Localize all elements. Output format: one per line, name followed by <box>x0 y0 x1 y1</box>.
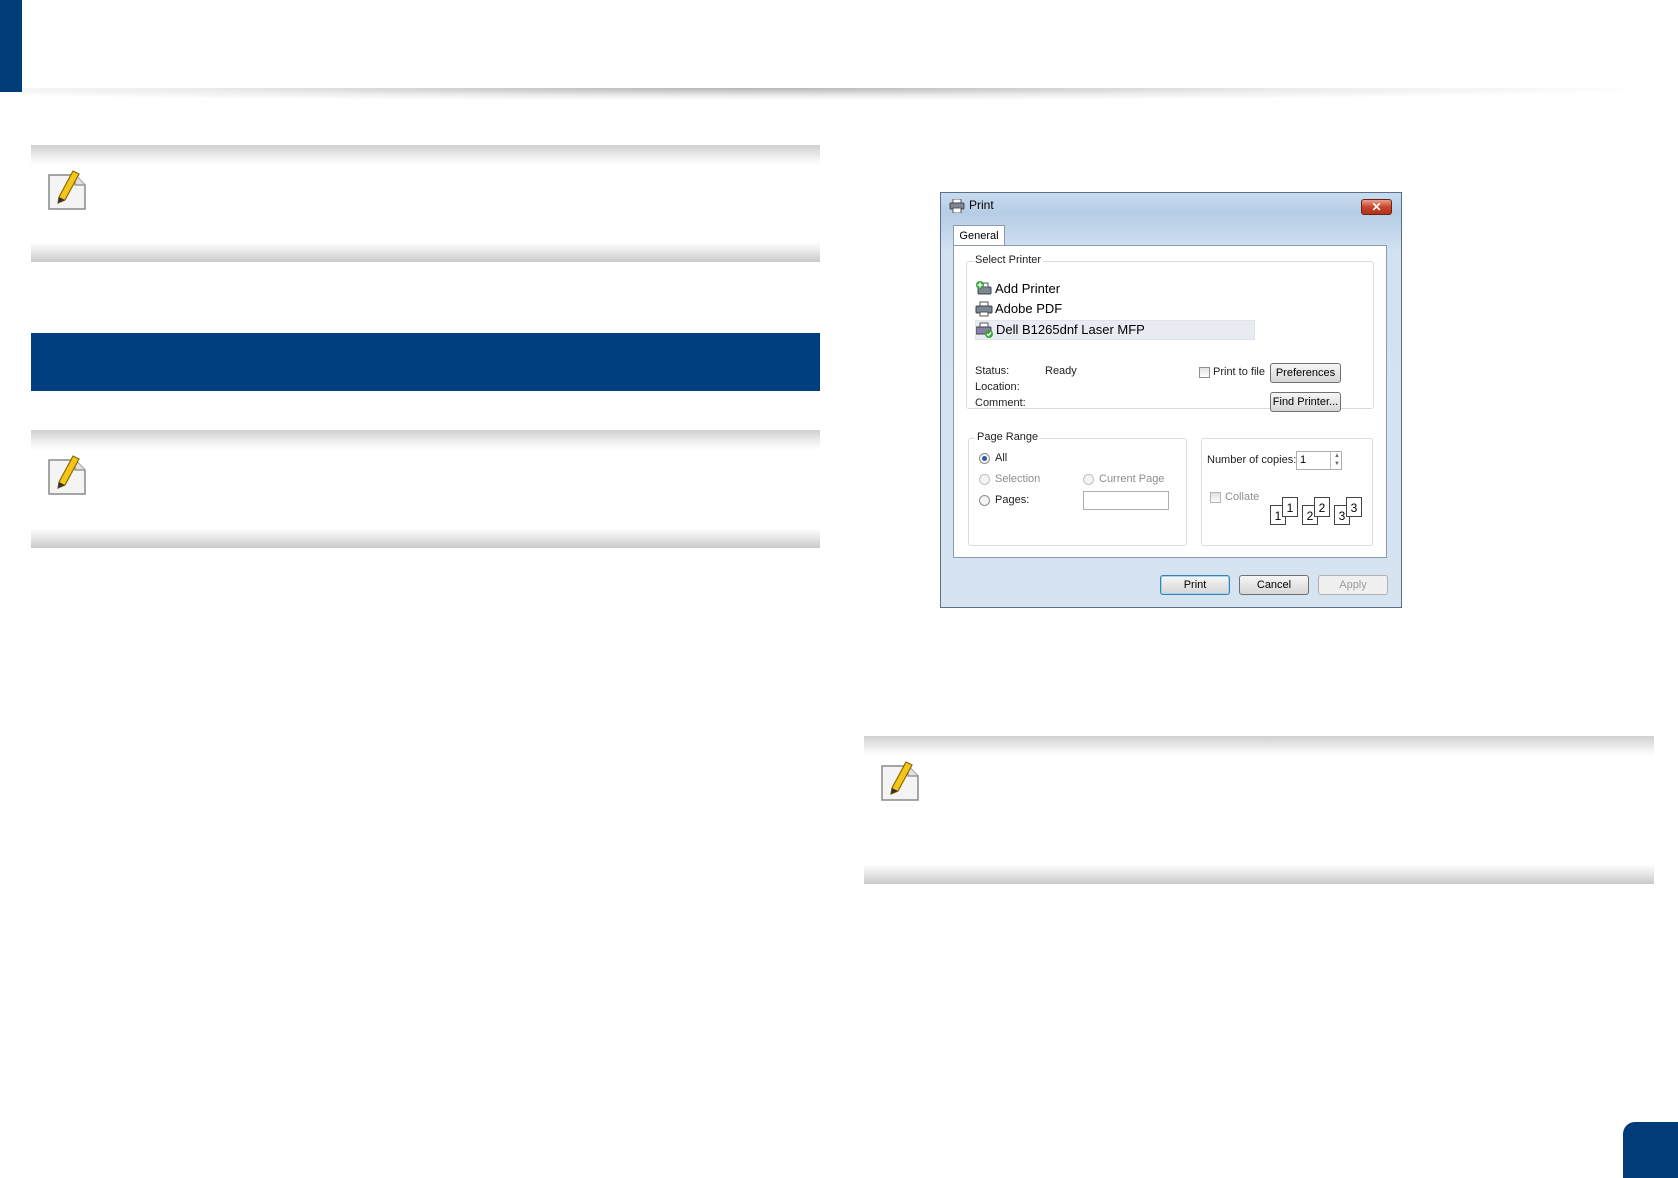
apply-button[interactable]: Apply <box>1318 575 1388 595</box>
select-printer-label: Select Printer <box>973 254 1044 266</box>
collate-page: 3 <box>1346 497 1362 517</box>
status-value: Ready <box>1045 365 1077 377</box>
number-of-copies-label: Number of copies: <box>1207 454 1297 466</box>
tab-general[interactable]: General <box>953 225 1005 246</box>
spin-down-icon: ▼ <box>1334 461 1340 467</box>
copies-group: Number of copies: 1 ▲ ▼ Collate 1 1 2 2 3… <box>1201 438 1373 546</box>
dialog-body: Select Printer Add Printer Adobe PDF Del… <box>953 245 1387 558</box>
preferences-button[interactable]: Preferences <box>1270 363 1341 383</box>
cancel-button[interactable]: Cancel <box>1239 575 1309 595</box>
printer-item-dell-b1265dnf[interactable]: Dell B1265dnf Laser MFP <box>975 320 1255 340</box>
note-pencil-icon <box>48 170 86 210</box>
printer-icon <box>975 301 993 317</box>
collate-page: 2 <box>1314 497 1330 517</box>
selection-label: Selection <box>995 473 1041 485</box>
default-printer-icon <box>976 322 993 338</box>
collate-label: Collate <box>1225 491 1260 503</box>
header-accent-bar <box>0 0 22 92</box>
page-range-group: Page Range All Selection Current Page Pa… <box>968 431 1187 546</box>
note-box-1 <box>31 145 820 262</box>
collate-illustration: 1 1 2 2 3 3 <box>1270 497 1370 527</box>
comment-label: Comment: <box>975 397 1026 409</box>
printer-name: Add Printer <box>995 281 1061 296</box>
print-to-file-checkbox[interactable] <box>1199 367 1210 378</box>
print-dialog: Print ✕ General Select Printer Add Print… <box>940 192 1402 608</box>
add-printer-icon <box>976 281 992 295</box>
note-pencil-icon <box>48 455 86 495</box>
all-label: All <box>995 452 1008 464</box>
printer-name: Adobe PDF <box>995 301 1063 316</box>
note-box-2 <box>31 430 820 548</box>
note-pencil-icon <box>881 761 919 801</box>
section-heading-bar <box>31 333 820 391</box>
select-printer-group: Select Printer Add Printer Adobe PDF Del… <box>966 254 1374 412</box>
printer-item-adobe-pdf[interactable]: Adobe PDF <box>975 300 1235 318</box>
current-page-radio[interactable] <box>1083 474 1094 485</box>
location-label: Location: <box>975 381 1020 393</box>
page-number-badge <box>1623 1122 1678 1178</box>
print-button[interactable]: Print <box>1160 575 1230 595</box>
collate-checkbox[interactable] <box>1210 492 1221 503</box>
printer-name: Dell B1265dnf Laser MFP <box>996 322 1145 337</box>
selection-radio[interactable] <box>979 474 990 485</box>
page-range-label: Page Range <box>975 431 1041 443</box>
printer-item-add-printer[interactable]: Add Printer <box>975 280 1235 298</box>
dialog-title: Print <box>969 198 994 212</box>
note-box-3 <box>864 736 1654 884</box>
pages-radio[interactable] <box>979 495 990 506</box>
close-button[interactable]: ✕ <box>1361 199 1392 215</box>
pages-label: Pages: <box>995 494 1030 506</box>
print-to-file-label: Print to file <box>1213 366 1265 378</box>
printer-title-icon <box>949 199 965 213</box>
pages-input[interactable] <box>1083 491 1169 510</box>
find-printer-button[interactable]: Find Printer... <box>1270 392 1341 412</box>
spin-up-icon: ▲ <box>1334 453 1340 459</box>
header-rule <box>22 88 1622 100</box>
status-label: Status: <box>975 365 1010 377</box>
all-radio[interactable] <box>979 453 990 464</box>
dialog-titlebar: Print ✕ <box>941 193 1401 219</box>
current-page-label: Current Page <box>1099 473 1165 485</box>
collate-page: 1 <box>1282 497 1298 517</box>
close-icon: ✕ <box>1371 200 1382 214</box>
copies-spinner[interactable]: ▲ ▼ <box>1330 452 1343 469</box>
